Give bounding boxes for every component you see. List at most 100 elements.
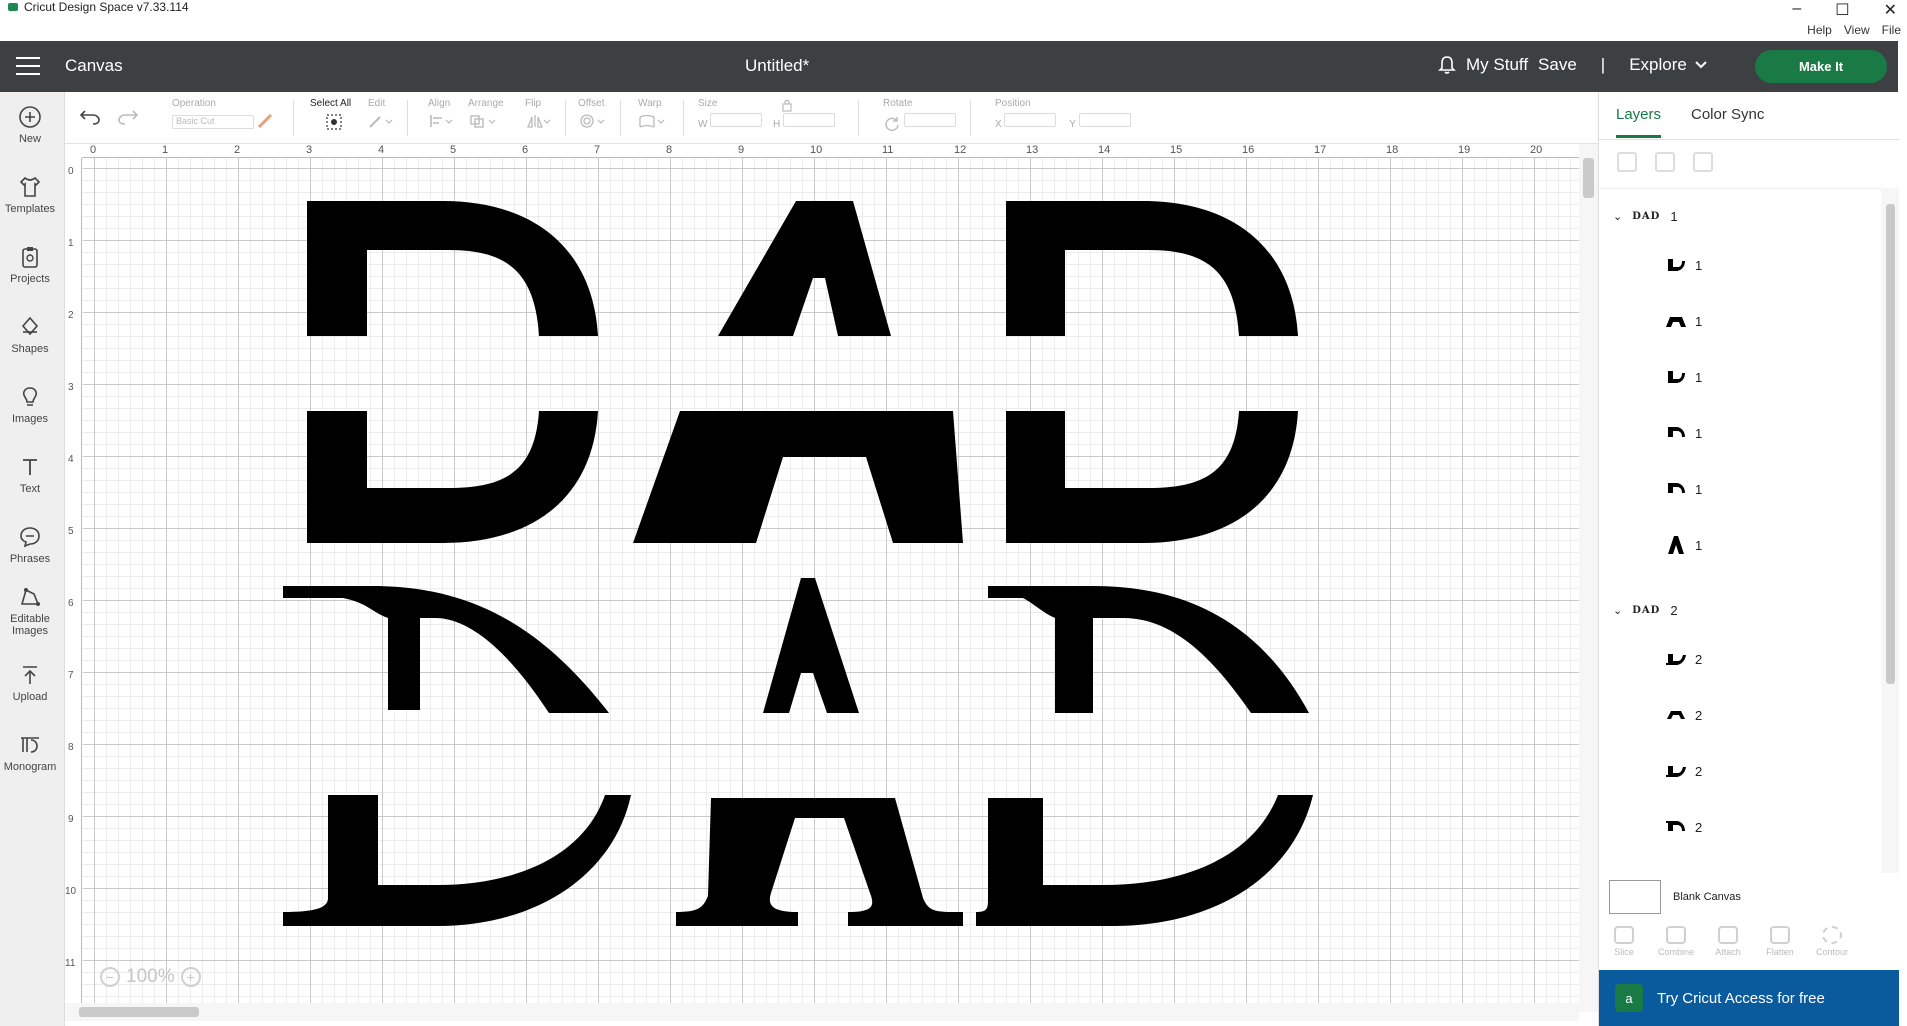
sidebar-item-projects[interactable]: Projects <box>0 244 60 285</box>
x-input[interactable] <box>1004 113 1057 127</box>
tab-layers[interactable]: Layers <box>1616 106 1662 138</box>
width-input[interactable] <box>710 113 763 127</box>
group-count: 2 <box>1670 603 1678 618</box>
rotate-input[interactable] <box>903 113 956 127</box>
layer-bottom-tools: Slice Combine Attach Flatten Contour <box>1605 926 1851 957</box>
menu-help[interactable]: Help <box>1807 23 1832 37</box>
delete-icon[interactable] <box>1693 152 1713 172</box>
zoom-in-button[interactable]: + <box>180 967 201 987</box>
warp-button[interactable]: Warp <box>638 98 668 132</box>
warp-icon <box>639 114 665 128</box>
save-button[interactable]: Save <box>1538 55 1577 75</box>
hamburger-menu-icon[interactable] <box>16 57 40 81</box>
select-all-icon <box>326 114 342 130</box>
sidebar-item-upload[interactable]: Upload <box>0 662 60 703</box>
layer-item[interactable]: 2 <box>1665 649 1702 669</box>
design-artwork <box>283 201 1313 926</box>
canvas-color-swatch[interactable] <box>1609 880 1661 914</box>
sidebar-item-text[interactable]: Text <box>0 454 60 495</box>
offset-icon <box>580 114 605 128</box>
lock-icon[interactable] <box>781 98 793 112</box>
zoom-out-button[interactable]: − <box>100 967 120 987</box>
ruler-vertical: 0 1 2 3 4 5 6 7 8 9 10 11 <box>65 158 82 1003</box>
layers-panel: Layers Color Sync ⌄ DAD 1 1 1 1 1 1 1 ⌄ … <box>1598 92 1899 1026</box>
sidebar-item-images[interactable]: Images <box>0 384 60 425</box>
layers-scrollbar[interactable] <box>1881 188 1899 873</box>
cricut-logo-icon <box>8 3 18 11</box>
layer-item[interactable]: 1 <box>1665 479 1702 499</box>
try-cricut-access-banner[interactable]: a Try Cricut Access for free <box>1599 970 1899 1026</box>
layer-item[interactable]: 1 <box>1665 535 1702 555</box>
sidebar-item-shapes[interactable]: Shapes <box>0 314 60 355</box>
scrollbar-thumb[interactable] <box>79 1007 199 1017</box>
arrange-button[interactable]: Arrange <box>468 98 504 132</box>
design-canvas[interactable]: − 100% + <box>83 158 1579 1003</box>
flip-button[interactable]: Flip <box>525 98 551 132</box>
select-all-button[interactable]: Select All <box>310 98 351 134</box>
size-control: Size W H <box>698 98 836 130</box>
layer-group-header[interactable]: ⌄ DAD 2 <box>1613 603 1678 618</box>
dad-group-2[interactable] <box>283 578 1313 926</box>
sidebar-item-phrases[interactable]: Phrases <box>0 524 60 565</box>
undo-icon[interactable] <box>79 108 101 126</box>
align-button[interactable]: Align <box>428 98 454 132</box>
notifications-bell-icon[interactable] <box>1438 55 1456 75</box>
group-icon[interactable] <box>1617 152 1637 172</box>
flatten-button[interactable]: Flatten <box>1761 926 1799 957</box>
edit-button[interactable]: Edit <box>368 98 394 132</box>
chevron-down-icon[interactable]: ⌄ <box>1613 210 1622 223</box>
menu-view[interactable]: View <box>1844 23 1870 37</box>
combine-label: Combine <box>1657 947 1695 957</box>
layer-item[interactable]: 2 <box>1665 705 1702 725</box>
canvas-vertical-scrollbar[interactable] <box>1579 144 1598 1012</box>
pen-color-icon[interactable] <box>257 113 275 129</box>
slice-button[interactable]: Slice <box>1605 926 1643 957</box>
my-stuff-link[interactable]: My Stuff <box>1466 55 1528 75</box>
align-label: Align <box>428 98 451 109</box>
operation-select[interactable]: Basic Cut <box>172 114 254 129</box>
chevron-down-icon[interactable]: ⌄ <box>1613 604 1622 617</box>
attach-button[interactable]: Attach <box>1709 926 1747 957</box>
sidebar-item-editable-images[interactable]: Editable Images <box>0 584 60 637</box>
upload-icon <box>23 666 37 684</box>
layer-item[interactable]: 1 <box>1665 311 1702 331</box>
duplicate-icon[interactable] <box>1655 152 1675 172</box>
combine-button[interactable]: Combine <box>1657 926 1695 957</box>
offset-button[interactable]: Offset <box>578 98 608 132</box>
sidebar-item-templates[interactable]: Templates <box>0 174 60 215</box>
toolbar-divider <box>858 100 859 136</box>
dad-group-1[interactable] <box>307 201 1298 543</box>
scrollbar-thumb[interactable] <box>1583 158 1594 198</box>
layer-item[interactable]: 2 <box>1665 761 1702 781</box>
layer-item[interactable]: 1 <box>1665 367 1702 387</box>
x-label: X <box>995 119 1002 130</box>
height-input[interactable] <box>783 113 836 127</box>
layer-label: 1 <box>1695 313 1703 329</box>
canvas-horizontal-scrollbar[interactable] <box>65 1003 1579 1021</box>
text-icon <box>23 459 37 475</box>
sidebar-item-new[interactable]: New <box>0 104 60 145</box>
redo-icon[interactable] <box>117 108 139 126</box>
tab-color-sync[interactable]: Color Sync <box>1691 106 1764 123</box>
explore-dropdown[interactable]: Explore <box>1629 55 1707 75</box>
operation-control[interactable]: Operation Basic Cut <box>172 98 275 129</box>
ruler-tick-label: 2 <box>68 310 74 321</box>
layer-item[interactable]: 1 <box>1665 423 1702 443</box>
layer-label: 1 <box>1695 369 1703 385</box>
layer-label: 2 <box>1695 651 1703 667</box>
minimize-button[interactable]: – <box>1792 0 1801 20</box>
sidebar-item-monogram[interactable]: Monogram <box>0 732 60 773</box>
blank-canvas-row[interactable]: Blank Canvas <box>1609 880 1741 914</box>
zoom-control: − 100% + <box>100 966 201 988</box>
scrollbar-thumb[interactable] <box>1886 204 1895 684</box>
contour-button[interactable]: Contour <box>1813 926 1851 957</box>
menu-file[interactable]: File <box>1882 23 1901 37</box>
close-button[interactable]: ✕ <box>1884 0 1897 20</box>
layer-shape <box>283 795 631 926</box>
make-it-button[interactable]: Make It <box>1755 50 1887 83</box>
layer-item[interactable]: 1 <box>1665 255 1702 275</box>
y-input[interactable] <box>1078 113 1131 127</box>
layer-group-header[interactable]: ⌄ DAD 1 <box>1613 209 1678 224</box>
maximize-button[interactable]: ☐ <box>1835 0 1849 20</box>
layer-item[interactable]: 2 <box>1665 817 1702 837</box>
